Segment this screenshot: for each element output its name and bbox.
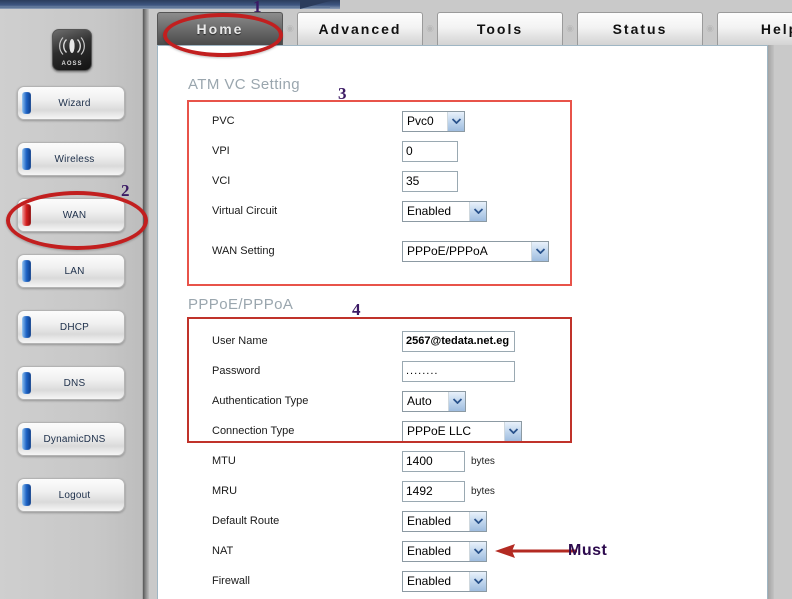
tab-label: Help [760,21,792,37]
sidebar-accent-icon [22,316,31,338]
field-label-default-route: Default Route [212,515,280,527]
chevron-down-icon [447,111,464,131]
content-right-rail [768,45,774,599]
sidebar-accent-icon [22,148,31,170]
sidebar-item-wizard[interactable]: Wizard [17,86,125,120]
annotation-label-must: Must [568,542,608,559]
chevron-down-icon [469,511,486,531]
nat-select[interactable]: Enabled [402,540,487,562]
tab-label: Advanced [318,21,402,37]
vci-input[interactable]: 35 [402,170,458,192]
field-label-wan-setting: WAN Setting [212,245,275,257]
field-label-connection-type: Connection Type [212,425,295,437]
chevron-down-icon [504,421,521,441]
chevron-down-icon [448,391,465,411]
tab-separator-icon: ◉ [426,22,434,33]
sidebar-accent-icon [22,260,31,282]
connection-type-select[interactable]: PPPoE LLC [402,420,522,442]
field-label-virtual-circuit: Virtual Circuit [212,205,278,217]
field-label-password: Password [212,365,261,377]
field-label-nat: NAT [212,545,234,557]
field-label-vpi: VPI [212,145,230,157]
tab-status[interactable]: Status [577,12,703,45]
field-label-user-name: User Name [212,335,268,347]
sidebar-accent-icon [22,204,31,226]
tab-tools[interactable]: Tools [437,12,563,45]
sidebar-item-dynamicdns[interactable]: DynamicDNS [17,422,125,456]
password-input[interactable]: ........ [402,360,515,382]
sidebar-accent-icon [22,372,31,394]
tab-label: Tools [476,21,524,37]
mru-input[interactable]: 1492 [402,480,465,502]
section-title-atm-vc: ATM VC Setting [188,76,301,93]
mru-unit-label: bytes [471,485,495,497]
sidebar-item-label: Wizard [58,97,91,109]
sidebar-item-dhcp[interactable]: DHCP [17,310,125,344]
tab-separator-icon: ◉ [706,22,714,33]
sidebar-item-label: DNS [63,377,86,389]
wireless-antenna-icon [57,30,87,61]
field-label-mru: MRU [212,485,238,497]
main-content-panel: ATM VC Setting PVC Pvc0 VPI 0 VCI 35 Vir… [157,45,768,599]
firewall-select[interactable]: Enabled [402,570,487,592]
connection-type-value: PPPoE LLC [407,424,472,438]
tab-home[interactable]: Home [157,12,283,45]
field-label-mtu: MTU [212,455,236,467]
firewall-value: Enabled [407,574,452,588]
pvc-select[interactable]: Pvc0 [402,110,465,132]
pvc-value: Pvc0 [407,114,434,128]
sidebar-item-label: DHCP [59,321,90,333]
chevron-down-icon [469,541,486,561]
authentication-type-select[interactable]: Auto [402,390,466,412]
chevron-down-icon [469,571,486,591]
tab-advanced[interactable]: Advanced [297,12,423,45]
default-route-select[interactable]: Enabled [402,510,487,532]
aoss-logo: AOSS [52,29,92,71]
annotation-arrow-nat [495,544,577,558]
mtu-unit-label: bytes [471,455,495,467]
sidebar-item-logout[interactable]: Logout [17,478,125,512]
chevron-down-icon [469,201,486,221]
wan-setting-select[interactable]: PPPoE/PPPoA [402,240,549,262]
sidebar-gap [149,9,157,599]
sidebar-item-wan[interactable]: WAN [17,198,125,232]
chevron-down-icon [531,241,548,261]
virtual-circuit-select[interactable]: Enabled [402,200,487,222]
tab-bar: Home ◉ Advanced ◉ Tools ◉ Status ◉ Help [157,12,792,48]
sidebar-item-label: Logout [58,489,91,501]
mtu-input[interactable]: 1400 [402,450,465,472]
field-label-auth-type: Authentication Type [212,395,309,407]
field-label-pvc: PVC [212,115,235,127]
vpi-input[interactable]: 0 [402,140,458,162]
sidebar-item-label: Wireless [54,153,95,165]
window-top-strip-diagonal [300,0,334,9]
section-title-pppoe: PPPoE/PPPoA [188,296,294,313]
sidebar-item-label: WAN [62,209,87,221]
sidebar-accent-icon [22,428,31,450]
sidebar-item-label: DynamicDNS [43,433,106,445]
sidebar-accent-icon [22,484,31,506]
sidebar-item-wireless[interactable]: Wireless [17,142,125,176]
tab-separator-icon: ◉ [286,22,294,33]
sidebar-item-dns[interactable]: DNS [17,366,125,400]
tab-label: Home [196,21,244,37]
sidebar-item-label: LAN [64,265,85,277]
tab-help[interactable]: Help [717,12,792,45]
authentication-type-value: Auto [407,394,432,408]
sidebar-item-lan[interactable]: LAN [17,254,125,288]
aoss-logo-label: AOSS [61,61,83,67]
default-route-value: Enabled [407,514,452,528]
virtual-circuit-value: Enabled [407,204,452,218]
sidebar-accent-icon [22,92,31,114]
tab-label: Status [612,21,668,37]
user-name-input[interactable]: 2567@tedata.net.eg [402,330,515,352]
field-label-vci: VCI [212,175,231,187]
window-top-strip-highlight [0,6,330,8]
sidebar: AOSS Wizard Wireless WAN LAN DHCP DNS Dy… [0,9,143,599]
field-label-firewall: Firewall [212,575,250,587]
wan-setting-value: PPPoE/PPPoA [407,244,488,258]
tab-separator-icon: ◉ [566,22,574,33]
nat-value: Enabled [407,544,452,558]
